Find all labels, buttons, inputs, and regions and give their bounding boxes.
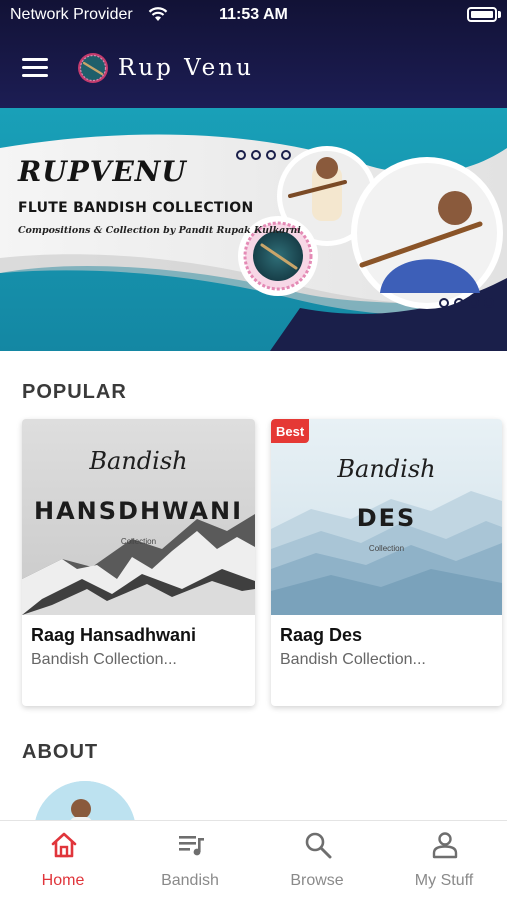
card-description: Bandish Collection... xyxy=(31,651,177,668)
menu-icon-bar xyxy=(22,74,48,77)
card-title: Raag Des xyxy=(280,625,363,645)
menu-icon-bar xyxy=(22,58,48,61)
status-time: 11:53 AM xyxy=(219,6,288,23)
card-thumbnail: Bandish DES Collection Best xyxy=(271,419,502,615)
banner-title: RUPVENU xyxy=(18,155,187,188)
card-title: Raag Hansadhwani xyxy=(31,625,197,645)
home-icon xyxy=(51,832,77,858)
card-description: Bandish Collection... xyxy=(280,651,426,668)
banner-subtitle: FLUTE BANDISH COLLECTION xyxy=(18,200,254,216)
thumb-small-text: Collection xyxy=(120,537,157,546)
app-title: Rup Venu xyxy=(118,55,254,81)
about-heading: ABOUT xyxy=(22,741,99,763)
banner-credit: Compositions & Collection by Pandit Rupa… xyxy=(18,225,301,236)
thumb-title-text: DES xyxy=(356,504,417,532)
menu-button[interactable] xyxy=(22,58,50,80)
popular-card-des[interactable]: Bandish DES Collection Best Raag Des Ban… xyxy=(271,419,502,706)
battery-tip xyxy=(498,11,501,18)
card-thumbnail: Bandish HANSDHWANI Collection xyxy=(22,419,255,615)
tab-label: Home xyxy=(41,872,85,889)
tab-bandish[interactable]: Bandish xyxy=(127,821,253,900)
tab-label: Bandish xyxy=(161,872,219,889)
popular-heading: POPULAR xyxy=(22,381,127,403)
playlist-icon xyxy=(179,836,204,856)
thumb-title-text: HANSDHWANI xyxy=(33,497,244,525)
app-header: Network Provider 11:53 AM Rup Venu xyxy=(0,0,507,108)
thumb-script-text: Bandish xyxy=(89,447,188,475)
thumb-small-text: Collection xyxy=(368,544,405,553)
battery-icon xyxy=(467,7,497,22)
popular-card-hansadhwani[interactable]: Bandish HANSDHWANI Collection Raag Hansa… xyxy=(22,419,255,706)
tab-home[interactable]: Home xyxy=(0,821,126,900)
status-bar: Network Provider 11:53 AM xyxy=(0,0,507,30)
tab-browse[interactable]: Browse xyxy=(254,821,380,900)
best-badge: Best xyxy=(271,419,310,443)
person-icon xyxy=(432,832,458,859)
hero-banner[interactable]: RUPVENU FLUTE BANDISH COLLECTION Composi… xyxy=(0,108,507,351)
tab-label: Browse xyxy=(290,872,344,889)
thumb-script-text: Bandish xyxy=(337,455,436,483)
menu-icon-bar xyxy=(22,66,48,69)
search-icon xyxy=(305,832,332,859)
bottom-tab-bar: Home Bandish Browse My Stuff xyxy=(0,820,507,900)
app-logo-icon xyxy=(78,53,108,83)
tab-label: My Stuff xyxy=(414,872,474,889)
tab-my-stuff[interactable]: My Stuff xyxy=(381,821,507,900)
